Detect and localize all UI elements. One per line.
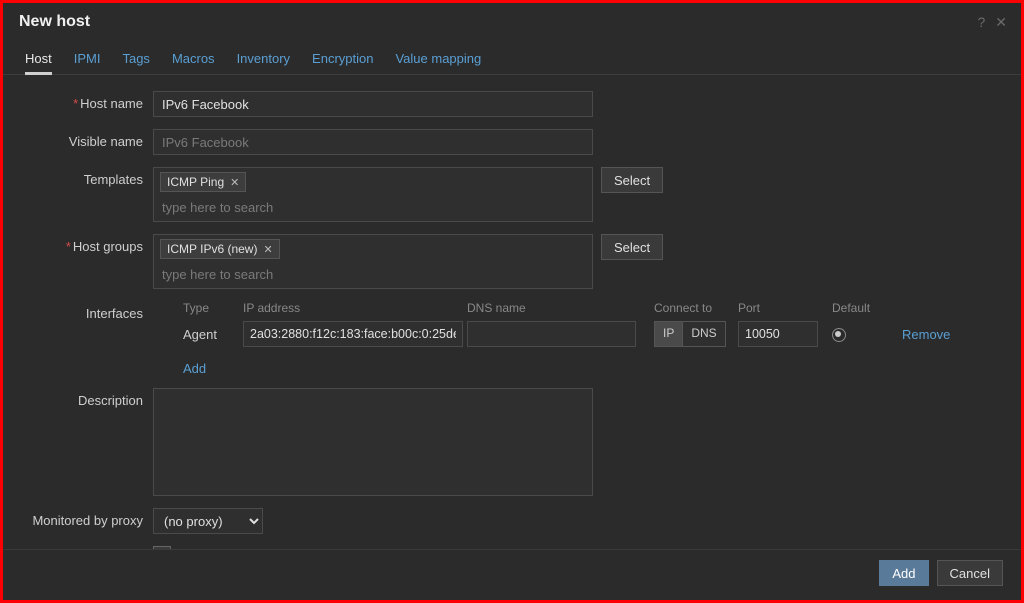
connect-to-dns[interactable]: DNS <box>682 321 725 347</box>
host-name-input[interactable] <box>153 91 593 117</box>
interface-type: Agent <box>183 327 243 342</box>
tab-ipmi[interactable]: IPMI <box>74 51 101 74</box>
templates-search-input[interactable] <box>160 196 364 219</box>
row-monitored-by-proxy: Monitored by proxy (no proxy) <box>25 508 999 534</box>
description-textarea[interactable] <box>153 388 593 496</box>
help-icon[interactable]: ? <box>977 14 985 31</box>
tab-host[interactable]: Host <box>25 51 52 75</box>
templates-select-button[interactable]: Select <box>601 167 663 193</box>
monitored-by-proxy-select[interactable]: (no proxy) <box>153 508 263 534</box>
host-group-tag: ICMP IPv6 (new) ✕ <box>160 239 280 259</box>
templates-multiselect[interactable]: ICMP Ping ✕ <box>153 167 593 222</box>
label-host-name: *Host name <box>25 91 153 111</box>
remove-host-group-icon[interactable]: ✕ <box>263 243 272 256</box>
tab-inventory[interactable]: Inventory <box>237 51 290 74</box>
row-host-groups: *Host groups ICMP IPv6 (new) ✕ Select <box>25 234 999 289</box>
template-tag-label: ICMP Ping <box>167 175 224 189</box>
row-description: Description <box>25 388 999 496</box>
visible-name-input[interactable] <box>153 129 593 155</box>
header-type: Type <box>183 301 243 315</box>
interface-port-input[interactable] <box>738 321 818 347</box>
interface-dns-input[interactable] <box>467 321 636 347</box>
interface-add-link[interactable]: Add <box>183 361 206 376</box>
label-templates: Templates <box>25 167 153 187</box>
dialog-header: New host ? ✕ <box>3 3 1021 37</box>
interface-remove-link[interactable]: Remove <box>902 327 950 342</box>
header-default: Default <box>828 301 902 315</box>
row-templates: Templates ICMP Ping ✕ Select <box>25 167 999 222</box>
host-groups-multiselect[interactable]: ICMP IPv6 (new) ✕ <box>153 234 593 289</box>
connect-to-ip[interactable]: IP <box>654 321 682 347</box>
host-groups-select-button[interactable]: Select <box>601 234 663 260</box>
label-interfaces: Interfaces <box>25 301 153 321</box>
connect-to-toggle: IP DNS <box>654 321 738 347</box>
row-host-name: *Host name <box>25 91 999 117</box>
label-monitored-by-proxy: Monitored by proxy <box>25 508 153 528</box>
dialog-actions: ? ✕ <box>977 14 1007 31</box>
template-tag: ICMP Ping ✕ <box>160 172 246 192</box>
remove-template-icon[interactable]: ✕ <box>230 176 239 189</box>
new-host-dialog: New host ? ✕ Host IPMI Tags Macros Inven… <box>0 0 1024 603</box>
interface-default-radio[interactable] <box>832 328 846 342</box>
tab-value-mapping[interactable]: Value mapping <box>395 51 481 74</box>
add-button[interactable]: Add <box>879 560 928 586</box>
tab-tags[interactable]: Tags <box>122 51 149 74</box>
label-visible-name: Visible name <box>25 129 153 149</box>
interfaces-header: Type IP address DNS name Connect to Port… <box>183 301 999 321</box>
dialog-footer: Add Cancel <box>3 549 1021 600</box>
label-host-groups: *Host groups <box>25 234 153 254</box>
tab-encryption[interactable]: Encryption <box>312 51 373 74</box>
header-connect: Connect to <box>654 301 738 315</box>
row-interfaces: Interfaces Type IP address DNS name Conn… <box>25 301 999 376</box>
tabs: Host IPMI Tags Macros Inventory Encrypti… <box>3 37 1021 75</box>
tab-macros[interactable]: Macros <box>172 51 215 74</box>
interface-ip-input[interactable] <box>243 321 463 347</box>
header-port: Port <box>738 301 828 315</box>
host-group-tag-label: ICMP IPv6 (new) <box>167 242 257 256</box>
cancel-button[interactable]: Cancel <box>937 560 1003 586</box>
label-description: Description <box>25 388 153 408</box>
host-groups-search-input[interactable] <box>160 263 364 286</box>
form: *Host name Visible name Templates ICMP P… <box>3 75 1021 566</box>
interface-row: Agent IP DNS Remove <box>183 321 999 347</box>
row-visible-name: Visible name <box>25 129 999 155</box>
header-ip: IP address <box>243 301 467 315</box>
close-icon[interactable]: ✕ <box>995 14 1007 31</box>
header-dns: DNS name <box>467 301 640 315</box>
dialog-title: New host <box>19 13 90 31</box>
